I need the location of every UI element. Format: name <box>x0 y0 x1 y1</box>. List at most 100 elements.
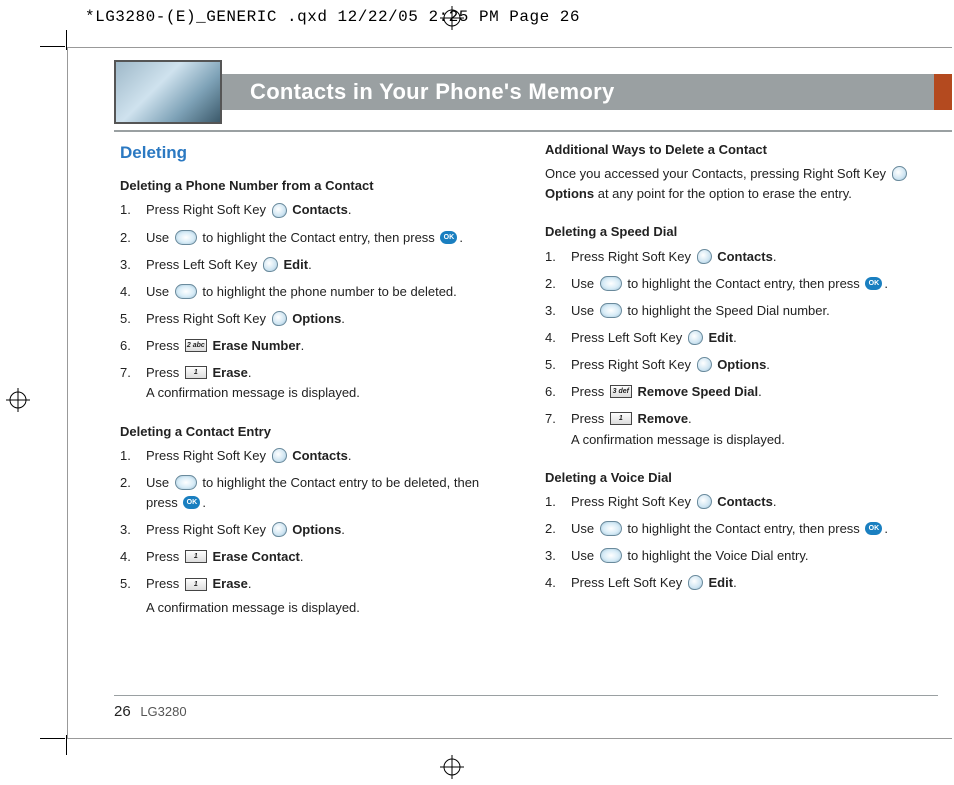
step: Press Right Soft Key Contacts. <box>545 492 938 512</box>
footer-rule <box>114 695 938 696</box>
step: Press 2 abc Erase Number. <box>120 336 513 356</box>
step-bold: Contacts <box>717 494 773 509</box>
step: Press Right Soft Key Contacts. <box>120 200 513 220</box>
step-bold: Options <box>292 522 341 537</box>
step: Press Right Soft Key Options. <box>120 309 513 329</box>
step-text: A confirmation message is displayed. <box>146 385 360 400</box>
step-text: Press Right Soft Key <box>571 249 695 264</box>
steps-delete-number: Press Right Soft Key Contacts. Use to hi… <box>120 200 513 403</box>
key-1-icon: 1 <box>185 550 207 563</box>
right-column: Additional Ways to Delete a Contact Once… <box>545 140 938 690</box>
text: Once you accessed your Contacts, pressin… <box>545 166 890 181</box>
text: at any point for the option to erase the… <box>594 186 852 201</box>
text-bold: Options <box>545 186 594 201</box>
step-bold: Erase <box>212 365 247 380</box>
step: Press Left Soft Key Edit. <box>545 328 938 348</box>
header-band: Contacts in Your Phone's Memory <box>114 60 952 124</box>
step-bold: Edit <box>709 575 734 590</box>
softkey-icon <box>892 166 907 181</box>
subheading-delete-number: Deleting a Phone Number from a Contact <box>120 176 513 196</box>
step-text: Press <box>146 576 183 591</box>
steps-delete-speeddial: Press Right Soft Key Contacts. Use to hi… <box>545 247 938 450</box>
step-text: Press Right Soft Key <box>146 311 270 326</box>
step: Use to highlight the Speed Dial number. <box>545 301 938 321</box>
key-1-icon: 1 <box>185 578 207 591</box>
step-text: Use <box>146 230 173 245</box>
softkey-icon <box>272 448 287 463</box>
step: Press 1 Remove.A confirmation message is… <box>545 409 938 449</box>
header-underline <box>114 130 952 132</box>
step: Use to highlight the Voice Dial entry. <box>545 546 938 566</box>
step: Press Right Soft Key Options. <box>120 520 513 540</box>
step-bold: Contacts <box>717 249 773 264</box>
page-number: 26 <box>114 703 131 720</box>
step-continuation: A confirmation message is displayed. <box>146 598 513 618</box>
step-text: to highlight the Speed Dial number. <box>624 303 830 318</box>
paragraph: Once you accessed your Contacts, pressin… <box>545 164 938 204</box>
key-1-icon: 1 <box>185 366 207 379</box>
step: Use to highlight the Contact entry, then… <box>120 228 513 248</box>
registration-mark-bottom-icon <box>440 755 464 779</box>
step-text: Use <box>571 548 598 563</box>
header-accent <box>934 74 952 110</box>
header-bar: Contacts in Your Phone's Memory <box>222 74 934 110</box>
step: Use to highlight the phone number to be … <box>120 282 513 302</box>
registration-mark-top-icon <box>440 6 464 30</box>
step-bold: Remove Speed Dial <box>637 384 758 399</box>
section-heading-deleting: Deleting <box>120 140 513 166</box>
step-bold: Options <box>292 311 341 326</box>
step: Press Left Soft Key Edit. <box>545 573 938 593</box>
step-text: Press Left Soft Key <box>146 257 261 272</box>
step-bold: Edit <box>709 330 734 345</box>
step-text: Press Right Soft Key <box>571 494 695 509</box>
left-column: Deleting Deleting a Phone Number from a … <box>120 140 513 690</box>
step: Press Right Soft Key Contacts. <box>120 446 513 466</box>
subheading-additional-ways: Additional Ways to Delete a Contact <box>545 140 938 160</box>
step-bold: Remove <box>637 411 688 426</box>
step: Use to highlight the Contact entry to be… <box>120 473 513 513</box>
step-text: to highlight the Contact entry, then pre… <box>624 521 864 536</box>
step: Press 1 Erase.A confirmation message is … <box>120 363 513 403</box>
step: Use to highlight the Contact entry, then… <box>545 519 938 539</box>
step-text: A confirmation message is displayed. <box>571 432 785 447</box>
step: Press Right Soft Key Options. <box>545 355 938 375</box>
step-text: to highlight the Contact entry, then pre… <box>624 276 864 291</box>
steps-delete-contact: Press Right Soft Key Contacts. Use to hi… <box>120 446 513 595</box>
step: Press Left Soft Key Edit. <box>120 255 513 275</box>
step-text: Press <box>571 411 608 426</box>
softkey-icon <box>688 330 703 345</box>
ok-icon: OK <box>865 522 882 535</box>
softkey-icon <box>272 522 287 537</box>
ok-icon: OK <box>440 231 457 244</box>
crop-mark-icon <box>40 46 65 47</box>
step-bold: Erase Contact <box>212 549 299 564</box>
subheading-delete-speeddial: Deleting a Speed Dial <box>545 222 938 242</box>
softkey-icon <box>697 249 712 264</box>
step-text: Press <box>146 365 183 380</box>
step-text: Press <box>146 549 183 564</box>
step-text: Press <box>571 384 608 399</box>
softkey-icon <box>263 257 278 272</box>
key-2-icon: 2 abc <box>185 339 207 352</box>
step-text: Press Left Soft Key <box>571 330 686 345</box>
page-title: Contacts in Your Phone's Memory <box>250 79 615 105</box>
step-bold: Erase <box>212 576 247 591</box>
step-bold: Contacts <box>292 448 348 463</box>
page-frame: Contacts in Your Phone's Memory Deleting… <box>67 47 952 739</box>
steps-delete-voicedial: Press Right Soft Key Contacts. Use to hi… <box>545 492 938 594</box>
step-text: Press Right Soft Key <box>146 202 270 217</box>
softkey-icon <box>697 357 712 372</box>
crop-mark-icon <box>40 738 65 739</box>
step-text: to highlight the phone number to be dele… <box>199 284 457 299</box>
step-text: Use <box>571 521 598 536</box>
softkey-icon <box>697 494 712 509</box>
step-text: Press Right Soft Key <box>146 522 270 537</box>
printer-mark: *LG3280-(E)_GENERIC .qxd 12/22/05 2:25 P… <box>85 8 580 26</box>
step-bold: Erase Number <box>212 338 300 353</box>
step-text: Press Right Soft Key <box>571 357 695 372</box>
key-3-icon: 3 def <box>610 385 632 398</box>
step-bold: Options <box>717 357 766 372</box>
step-text: Use <box>571 303 598 318</box>
content-area: Deleting Deleting a Phone Number from a … <box>120 140 938 690</box>
step-text: Use <box>146 284 173 299</box>
